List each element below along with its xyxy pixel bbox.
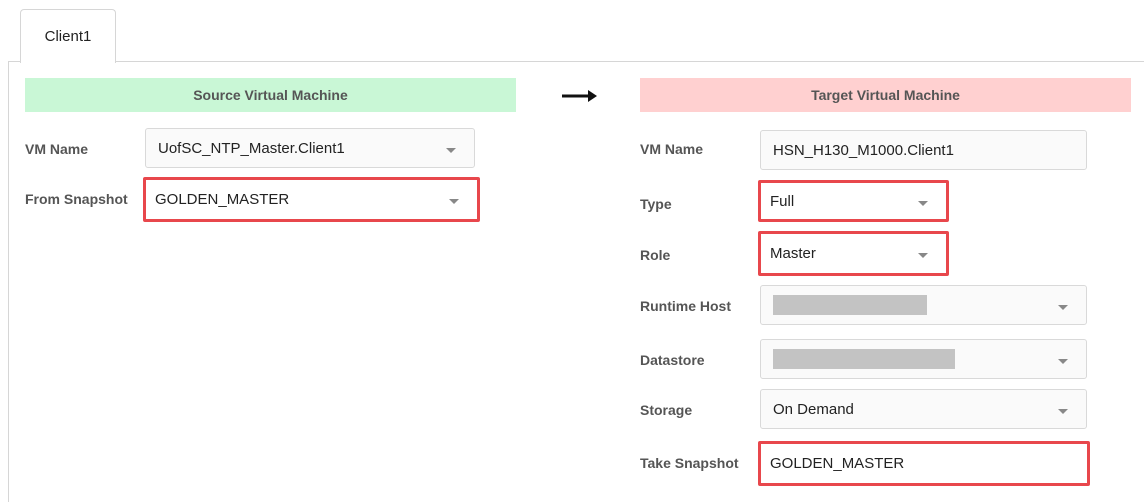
chevron-down-icon[interactable] (446, 147, 456, 153)
type-select[interactable]: Full (758, 180, 949, 222)
redacted-value (773, 295, 927, 315)
storage-label: Storage (640, 402, 693, 418)
datastore-label: Datastore (640, 352, 705, 368)
chevron-down-icon[interactable] (918, 253, 928, 258)
role-label: Role (640, 247, 671, 263)
chevron-down-icon[interactable] (1058, 408, 1068, 414)
from-snapshot-label: From Snapshot (25, 191, 128, 207)
datastore-select[interactable] (760, 339, 1087, 379)
storage-select[interactable]: On Demand (760, 389, 1087, 429)
tab-label: Client1 (44, 28, 92, 45)
from-snapshot-value: GOLDEN_MASTER (155, 191, 290, 208)
storage-value: On Demand (773, 400, 854, 418)
type-label: Type (640, 196, 672, 212)
source-vm-name-label: VM Name (25, 141, 89, 157)
take-snapshot-value: GOLDEN_MASTER (770, 455, 905, 472)
target-vm-name-value: HSN_H130_M1000.Client1 (773, 141, 954, 159)
runtime-host-label: Runtime Host (640, 298, 731, 314)
role-select[interactable]: Master (758, 231, 949, 276)
take-snapshot-label: Take Snapshot (640, 455, 739, 471)
runtime-host-select[interactable] (760, 285, 1087, 325)
chevron-down-icon[interactable] (1058, 304, 1068, 310)
target-vm-name-label: VM Name (640, 141, 704, 157)
chevron-down-icon[interactable] (918, 200, 928, 206)
role-value: Master (770, 245, 816, 262)
redacted-value (773, 349, 955, 369)
take-snapshot-input[interactable]: GOLDEN_MASTER (758, 441, 1090, 486)
source-vm-name-select[interactable]: UofSC_NTP_Master.Client1 (145, 128, 475, 168)
source-vm-header: Source Virtual Machine (25, 78, 516, 112)
type-value: Full (770, 192, 795, 210)
chevron-down-icon[interactable] (1058, 358, 1068, 364)
chevron-down-icon[interactable] (449, 199, 459, 204)
arrow-right-icon (562, 90, 597, 102)
tab-client1[interactable]: Client1 (20, 9, 116, 63)
target-vm-name-input[interactable]: HSN_H130_M1000.Client1 (760, 130, 1087, 170)
from-snapshot-select[interactable]: GOLDEN_MASTER (143, 177, 480, 222)
target-vm-header: Target Virtual Machine (640, 78, 1131, 112)
source-vm-name-value: UofSC_NTP_Master.Client1 (158, 139, 345, 157)
